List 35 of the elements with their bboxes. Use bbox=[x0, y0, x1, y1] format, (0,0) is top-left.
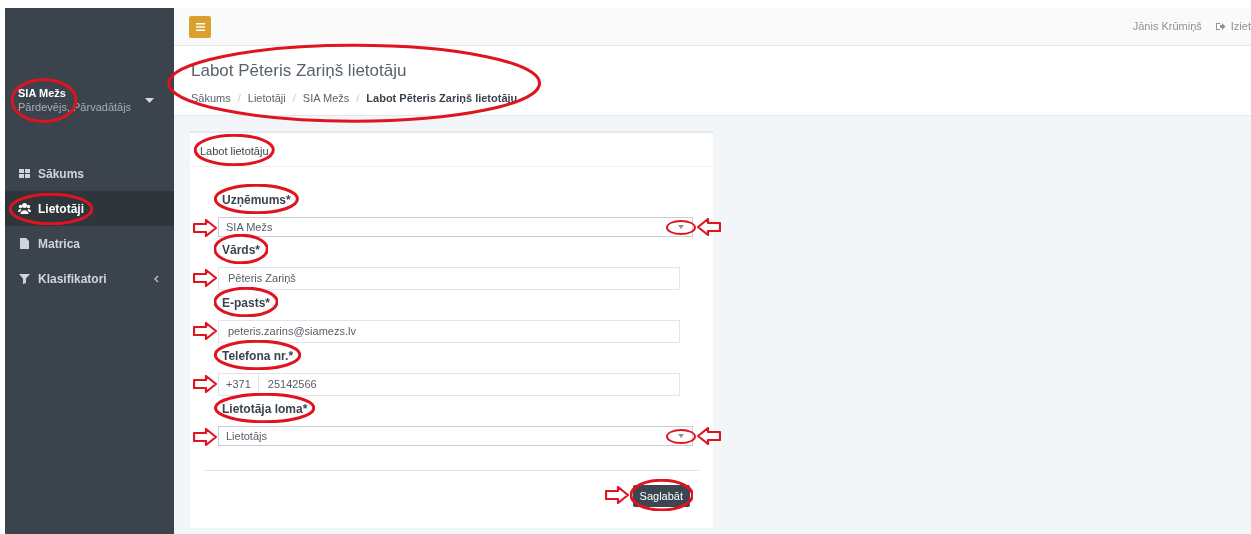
user-name: Jānis Krūmiņš bbox=[1132, 19, 1202, 35]
input-field[interactable]: peteris.zarins@siamezs.lv bbox=[218, 320, 680, 343]
sidebar-item[interactable]: Lietotāji bbox=[5, 191, 174, 226]
breadcrumb-separator: / bbox=[292, 91, 296, 106]
breadcrumb-separator: / bbox=[356, 91, 360, 106]
company-name: SIA Mežs bbox=[18, 86, 67, 100]
select-field[interactable]: SIA Mežs bbox=[218, 217, 693, 237]
breadcrumb-link[interactable]: Lietotāji bbox=[247, 90, 286, 107]
field-label: E-pasts* bbox=[222, 296, 271, 310]
card-title: Labot lietotāju bbox=[200, 144, 269, 157]
breadcrumb-link[interactable]: Sākums bbox=[191, 90, 231, 107]
field-label: Uzņēmums* bbox=[222, 193, 291, 207]
dropdown-caret-icon[interactable] bbox=[145, 97, 154, 103]
field-label: Telefona nr.* bbox=[222, 349, 294, 363]
sidebar-item[interactable]: Matrica bbox=[5, 226, 174, 261]
field-label: Lietotāja loma* bbox=[222, 402, 308, 416]
logout-icon bbox=[1215, 22, 1226, 31]
dropdown-caret-icon bbox=[678, 225, 684, 229]
users-icon bbox=[18, 202, 31, 215]
phone-prefix: +371 bbox=[219, 374, 259, 395]
select-field[interactable]: Lietotājs bbox=[218, 426, 693, 446]
page-title: Labot Pēteris Zariņš lietotāju bbox=[191, 60, 408, 82]
breadcrumb-separator: / bbox=[237, 91, 241, 106]
dropdown-caret-icon bbox=[678, 434, 684, 438]
menu-icon bbox=[195, 22, 205, 31]
breadcrumb-link[interactable]: SIA Mežs bbox=[302, 90, 350, 107]
input-field[interactable]: Pēteris Zariņš bbox=[218, 267, 680, 290]
phone-field[interactable]: +371 25142566 bbox=[218, 373, 680, 396]
document-icon bbox=[18, 237, 31, 250]
sidebar-item[interactable]: Sākums bbox=[5, 156, 174, 191]
grid-icon bbox=[18, 167, 31, 180]
breadcrumb-current: Labot Pēteris Zariņš lietotāju bbox=[366, 91, 518, 106]
filter-icon bbox=[18, 272, 31, 285]
field-label: Vārds* bbox=[222, 243, 261, 257]
sidebar-item[interactable]: Klasifikatori bbox=[5, 261, 174, 296]
